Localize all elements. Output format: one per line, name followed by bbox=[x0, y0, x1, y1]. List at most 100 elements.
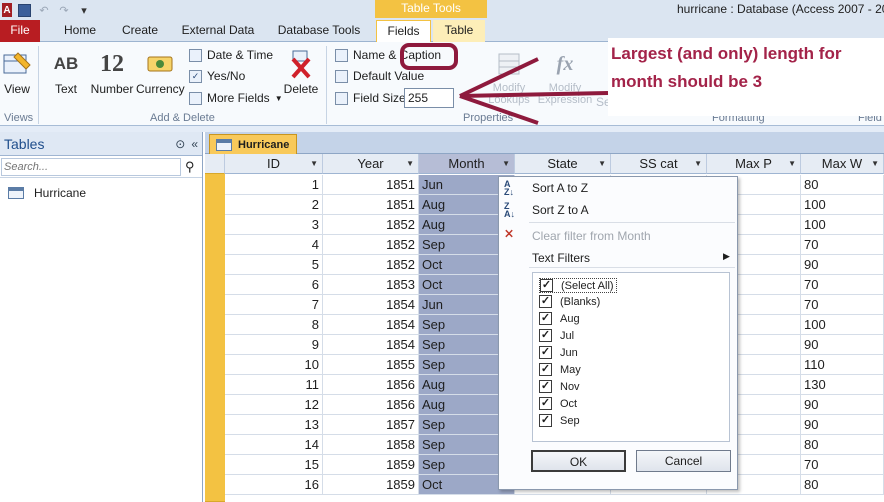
table-cell-id[interactable]: 5 bbox=[225, 255, 323, 275]
doc-tab-hurricane[interactable]: Hurricane bbox=[209, 134, 297, 154]
table-cell-year[interactable]: 1859 bbox=[323, 455, 419, 475]
column-header-year[interactable]: Year ▼ bbox=[323, 154, 419, 174]
checkbox[interactable]: ✓ bbox=[539, 380, 552, 393]
default-value-button[interactable]: Default Value bbox=[335, 69, 424, 83]
save-icon[interactable] bbox=[18, 3, 31, 17]
table-cell-year[interactable]: 1852 bbox=[323, 235, 419, 255]
table-cell-id[interactable]: 6 bbox=[225, 275, 323, 295]
chevron-down-icon[interactable]: ▼ bbox=[694, 154, 702, 174]
checkbox[interactable]: ✓ bbox=[539, 329, 552, 342]
filter-option-select-all[interactable]: ✓ (Select All) bbox=[539, 278, 617, 293]
tab-file[interactable]: File bbox=[0, 20, 40, 42]
table-cell-year[interactable]: 1856 bbox=[323, 395, 419, 415]
date-time-button[interactable]: Date & Time bbox=[189, 48, 273, 62]
table-cell-maxw[interactable]: 80 bbox=[801, 475, 884, 495]
number-field-button[interactable]: 12 Number bbox=[89, 46, 135, 97]
modify-expression-button[interactable]: fx Modify Expression bbox=[536, 46, 594, 107]
undo-icon[interactable]: ↶ bbox=[37, 3, 51, 17]
filter-option-may[interactable]: ✓ May bbox=[539, 363, 581, 376]
delete-field-button[interactable]: Delete bbox=[282, 46, 320, 96]
table-cell-id[interactable]: 1 bbox=[225, 175, 323, 195]
checkbox[interactable]: ✓ bbox=[539, 346, 552, 359]
table-cell-maxw[interactable]: 70 bbox=[801, 295, 884, 315]
yes-no-button[interactable]: ✓ Yes/No bbox=[189, 69, 245, 83]
table-cell-id[interactable]: 15 bbox=[225, 455, 323, 475]
table-cell-maxw[interactable]: 90 bbox=[801, 255, 884, 275]
column-header-ss-cat[interactable]: SS cat ▼ bbox=[611, 154, 707, 174]
table-cell-year[interactable]: 1853 bbox=[323, 275, 419, 295]
chevron-down-icon[interactable]: ▼ bbox=[310, 154, 318, 174]
checkbox[interactable]: ✓ bbox=[539, 312, 552, 325]
tab-table[interactable]: Table bbox=[433, 20, 485, 42]
table-cell-year[interactable]: 1859 bbox=[323, 475, 419, 495]
record-selector-column[interactable] bbox=[205, 174, 225, 502]
tab-home[interactable]: Home bbox=[58, 20, 102, 42]
clear-filter-item[interactable]: Clear filter from Month bbox=[532, 229, 651, 243]
nav-menu-icon[interactable]: ⊙ bbox=[175, 137, 185, 151]
chevron-down-icon[interactable]: ▼ bbox=[871, 154, 879, 174]
table-cell-year[interactable]: 1851 bbox=[323, 175, 419, 195]
nav-item-hurricane[interactable]: Hurricane bbox=[0, 182, 202, 204]
filter-option-blanks[interactable]: ✓ (Blanks) bbox=[539, 295, 600, 308]
column-header-id[interactable]: ID ▼ bbox=[225, 154, 323, 174]
table-cell-id[interactable]: 3 bbox=[225, 215, 323, 235]
checkbox[interactable]: ✓ bbox=[539, 397, 552, 410]
table-cell-maxw[interactable]: 90 bbox=[801, 335, 884, 355]
column-header-month[interactable]: Month ▼ bbox=[419, 154, 515, 174]
filter-option-jun[interactable]: ✓ Jun bbox=[539, 346, 578, 359]
table-cell-year[interactable]: 1854 bbox=[323, 335, 419, 355]
table-cell-id[interactable]: 8 bbox=[225, 315, 323, 335]
more-fields-button[interactable]: More Fields ▼ bbox=[189, 91, 283, 105]
column-header-max-p[interactable]: Max P ▼ bbox=[707, 154, 801, 174]
text-filters-item[interactable]: Text Filters bbox=[532, 251, 590, 265]
currency-field-button[interactable]: Currency bbox=[136, 46, 185, 96]
table-cell-maxw[interactable]: 70 bbox=[801, 275, 884, 295]
checkbox[interactable]: ✓ bbox=[539, 363, 552, 376]
nav-header[interactable]: Tables ⊙ « bbox=[0, 132, 202, 156]
sort-z-to-a-item[interactable]: Sort Z to A bbox=[532, 203, 589, 217]
checkbox[interactable]: ✓ bbox=[539, 295, 552, 308]
table-cell-maxw[interactable]: 110 bbox=[801, 355, 884, 375]
table-cell-id[interactable]: 4 bbox=[225, 235, 323, 255]
checkbox[interactable]: ✓ bbox=[540, 279, 553, 292]
table-cell-id[interactable]: 9 bbox=[225, 335, 323, 355]
tab-database-tools[interactable]: Database Tools bbox=[273, 20, 365, 42]
table-cell-maxw[interactable]: 80 bbox=[801, 435, 884, 455]
table-cell-year[interactable]: 1855 bbox=[323, 355, 419, 375]
filter-option-nov[interactable]: ✓ Nov bbox=[539, 380, 580, 393]
table-cell-maxw[interactable]: 90 bbox=[801, 415, 884, 435]
nav-search-input[interactable] bbox=[1, 157, 181, 176]
modify-lookups-button[interactable]: Modify Lookups bbox=[486, 46, 532, 106]
table-cell-year[interactable]: 1854 bbox=[323, 295, 419, 315]
table-cell-maxw[interactable]: 80 bbox=[801, 175, 884, 195]
table-cell-year[interactable]: 1858 bbox=[323, 435, 419, 455]
column-header-max-w[interactable]: Max W ▼ bbox=[801, 154, 884, 174]
filter-option-jul[interactable]: ✓ Jul bbox=[539, 329, 574, 342]
chevron-down-icon[interactable]: ▼ bbox=[406, 154, 414, 174]
filter-option-oct[interactable]: ✓ Oct bbox=[539, 397, 577, 410]
table-cell-maxw[interactable]: 100 bbox=[801, 315, 884, 335]
table-cell-maxw[interactable]: 90 bbox=[801, 395, 884, 415]
table-cell-id[interactable]: 14 bbox=[225, 435, 323, 455]
cancel-button[interactable]: Cancel bbox=[636, 450, 731, 472]
redo-icon[interactable]: ↷ bbox=[57, 3, 71, 17]
filter-option-sep[interactable]: ✓ Sep bbox=[539, 414, 580, 427]
customize-qat-icon[interactable]: ▾ bbox=[77, 3, 91, 17]
table-cell-maxw[interactable]: 70 bbox=[801, 455, 884, 475]
text-field-button[interactable]: AB Text bbox=[48, 46, 84, 96]
chevron-down-icon[interactable]: ▼ bbox=[598, 154, 606, 174]
search-icon[interactable]: ⚲ bbox=[185, 159, 195, 175]
tab-create[interactable]: Create bbox=[118, 20, 162, 42]
tab-fields[interactable]: Fields bbox=[376, 20, 431, 43]
filter-option-aug[interactable]: ✓ Aug bbox=[539, 312, 580, 325]
table-cell-year[interactable]: 1852 bbox=[323, 215, 419, 235]
tab-external-data[interactable]: External Data bbox=[180, 20, 256, 42]
select-all-corner[interactable] bbox=[205, 154, 225, 174]
table-cell-year[interactable]: 1851 bbox=[323, 195, 419, 215]
chevron-down-icon[interactable]: ▼ bbox=[788, 154, 796, 174]
sort-a-to-z-item[interactable]: Sort A to Z bbox=[532, 181, 588, 195]
table-cell-maxw[interactable]: 100 bbox=[801, 215, 884, 235]
table-cell-id[interactable]: 10 bbox=[225, 355, 323, 375]
chevron-down-icon[interactable]: ▼ bbox=[502, 154, 510, 174]
collapse-nav-icon[interactable]: « bbox=[191, 137, 198, 151]
